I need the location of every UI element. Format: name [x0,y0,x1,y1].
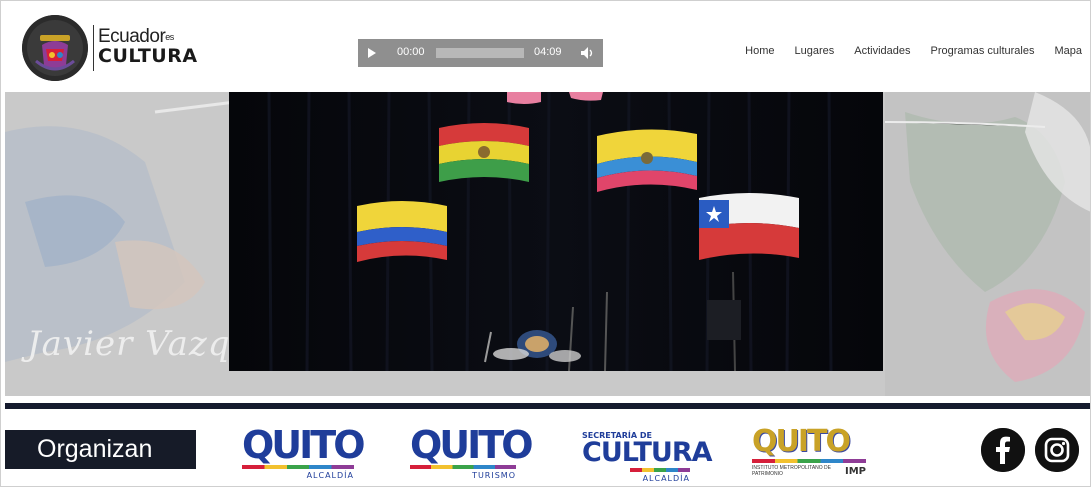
sponsor-quito-alcaldia[interactable]: QUITO ALCALDÍA [242,423,366,480]
site-header: Ecuadores CULTURA 00:00 04:09 Home Lugar… [0,0,1091,92]
instagram-link[interactable] [1035,428,1079,472]
organizan-label: Organizan [5,430,196,469]
hero-section: Javier Vazque [5,92,1091,396]
imp-quito-logo: QUITO [752,424,851,459]
play-button[interactable] [358,39,386,67]
nav-actividades[interactable]: Actividades [854,45,910,57]
facebook-link[interactable] [981,428,1025,472]
site-logo[interactable]: Ecuadores CULTURA [22,15,197,81]
logo-color-strip [752,459,866,463]
logo-line1-suffix: es [165,32,174,42]
logo-divider [93,25,94,71]
sponsors-footer: Organizan QUITO ALCALDÍA QUITO TURISMO S… [0,409,1091,487]
volume-button[interactable] [580,46,596,60]
main-nav: Home Lugares Actividades Programas cultu… [745,45,1082,57]
nav-mapa[interactable]: Mapa [1054,45,1082,57]
logo-line2: CULTURA [98,45,198,68]
quito-alcaldia-logo: QUITO [242,423,366,467]
quito-turismo-logo: QUITO [410,423,534,467]
logo-color-strip [630,468,690,472]
volume-icon [581,47,593,59]
quito-alcaldia-sub: ALCALDÍA [306,471,354,480]
video-player[interactable] [229,92,883,371]
sponsor-secretaria-cultura[interactable]: SECRETARÍA DE CULTURA ALCALDÍA [582,431,713,483]
cultura-logo: CULTURA [582,437,713,468]
logo-emblem-icon [22,15,88,81]
imp-acronym: IMP [844,465,866,477]
sponsor-quito-turismo[interactable]: QUITO TURISMO [410,423,534,480]
play-icon [368,48,376,58]
total-time: 04:09 [534,46,562,58]
imp-sub-label: INSTITUTO METROPOLITANO DE PATRIMONIO [752,465,831,477]
logo-text: Ecuadores CULTURA [98,26,198,68]
nav-programas-culturales[interactable]: Programas culturales [931,45,1035,57]
quito-turismo-sub: TURISMO [472,471,516,480]
audio-player: 00:00 04:09 [358,39,603,67]
sponsor-imp[interactable]: QUITO INSTITUTO METROPOLITANO DE PATRIMO… [752,427,866,477]
nav-home[interactable]: Home [745,45,774,57]
cultura-sub: ALCALDÍA [642,474,690,483]
progress-bar[interactable] [436,48,524,58]
facebook-icon [981,428,1025,472]
nav-lugares[interactable]: Lugares [795,45,835,57]
instagram-icon [1035,428,1079,472]
logo-line1: Ecuador [98,26,166,48]
current-time: 00:00 [397,46,425,58]
